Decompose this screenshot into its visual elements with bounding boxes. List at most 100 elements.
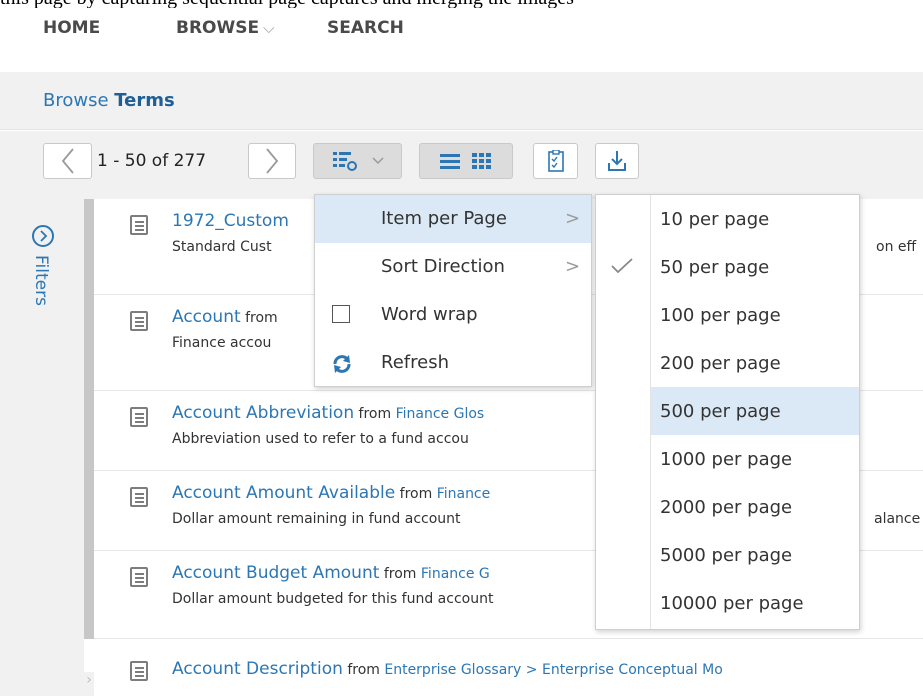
prev-page-button[interactable] (43, 143, 92, 179)
menu-item-sort-direction[interactable]: Sort Direction > (315, 243, 591, 291)
per-page-option[interactable]: 10000 per page (651, 579, 859, 627)
term-description: Abbreviation used to refer to a fund acc… (172, 431, 469, 447)
term-name-link[interactable]: Account Amount Available (172, 483, 395, 503)
menu-item-word-wrap[interactable]: Word wrap (315, 291, 591, 339)
page-title-prefix: Browse (43, 90, 109, 111)
list-settings-icon (332, 152, 357, 171)
checkmark-icon (611, 258, 633, 274)
word-wrap-checkbox[interactable] (332, 305, 350, 323)
per-page-option-label: 200 per page (660, 353, 781, 374)
checklist-icon (547, 150, 564, 172)
chevron-right-icon (266, 148, 279, 174)
top-navigation: HOME BROWSE ⌵ SEARCH (0, 8, 923, 56)
filters-panel-toggle[interactable]: Filters (0, 199, 84, 696)
term-title: Account Abbreviation from Finance Glos (172, 403, 484, 423)
chevron-right-icon: > (565, 256, 581, 277)
chevron-left-icon (61, 148, 74, 174)
list-view-icon (440, 154, 460, 169)
glossary-source-link[interactable]: Enterprise Glossary > Enterprise Concept… (384, 662, 722, 678)
page-title: Browse Terms (43, 90, 175, 111)
grid-view-toggle[interactable] (471, 152, 493, 170)
vertical-scrollbar[interactable] (84, 199, 94, 639)
chevron-down-icon (371, 157, 384, 165)
term-title: Account Amount Available from Finance (172, 483, 490, 503)
term-description-tail: on eff (876, 239, 917, 255)
per-page-option-selected[interactable]: 50 per page (651, 243, 859, 291)
menu-item-refresh[interactable]: Refresh (315, 339, 591, 387)
term-description-tail: alance (874, 511, 921, 527)
term-description: Finance accou (172, 335, 272, 351)
per-page-option[interactable]: 100 per page (651, 291, 859, 339)
filters-label: Filters (31, 255, 51, 306)
term-description: Standard Cust (172, 239, 272, 255)
grid-view-icon (472, 153, 491, 169)
glossary-source-link[interactable]: Finance Glos (396, 406, 485, 422)
page-title-strong: Terms (114, 90, 175, 111)
list-toolbar: 1 - 50 of 277 (0, 131, 923, 199)
view-mode-group (419, 143, 513, 179)
items-per-page-submenu: 10 per page 50 per page 100 per page 200… (595, 194, 860, 630)
per-page-option-label: 50 per page (660, 257, 770, 278)
nav-browse[interactable]: BROWSE ⌵ (176, 18, 274, 38)
menu-item-label: Sort Direction (381, 256, 505, 277)
list-item[interactable]: Account Description from Enterprise Glos… (94, 639, 923, 696)
list-settings-menu: Item per Page > Sort Direction > Word wr… (314, 194, 592, 387)
document-icon (130, 311, 148, 331)
per-page-option-label: 10000 per page (660, 593, 804, 614)
per-page-option-label: 10 per page (660, 209, 770, 230)
per-page-option-label: 100 per page (660, 305, 781, 326)
term-name-link[interactable]: Account Abbreviation (172, 403, 354, 423)
next-page-button[interactable] (248, 143, 296, 179)
document-icon (130, 487, 148, 507)
per-page-option-label: 1000 per page (660, 449, 793, 470)
per-page-option-label: 2000 per page (660, 497, 793, 518)
collapse-chevron-icon: › (84, 672, 94, 696)
document-icon (130, 661, 148, 681)
glossary-source-link[interactable]: Finance (437, 486, 491, 502)
per-page-option[interactable]: 1000 per page (651, 435, 859, 483)
document-icon (130, 407, 148, 427)
page-header: Browse Terms (0, 72, 923, 130)
per-page-option-label: 5000 per page (660, 545, 793, 566)
term-description: Dollar amount budgeted for this fund acc… (172, 591, 494, 607)
per-page-option[interactable]: 5000 per page (651, 531, 859, 579)
term-name-link[interactable]: Account Budget Amount (172, 563, 379, 583)
menu-item-label: Item per Page (381, 208, 507, 229)
glossary-source-link[interactable]: Finance G (421, 566, 490, 582)
from-label: from (354, 406, 396, 422)
per-page-option[interactable]: 200 per page (651, 339, 859, 387)
download-icon (608, 151, 626, 171)
term-name-link[interactable]: Account (172, 307, 241, 327)
chevron-right-icon: > (565, 208, 581, 229)
term-title: Account from (172, 307, 278, 327)
list-view-toggle[interactable] (439, 152, 461, 170)
per-page-option[interactable]: 2000 per page (651, 483, 859, 531)
chevron-down-icon: ⌵ (263, 19, 275, 37)
from-label: from (379, 566, 421, 582)
term-name-link[interactable]: 1972_Custom (172, 211, 289, 231)
nav-home[interactable]: HOME (43, 18, 100, 38)
per-page-option-hovered[interactable]: 500 per page (651, 387, 859, 435)
expand-circle-icon (32, 225, 54, 247)
term-name-link[interactable]: Account Description (172, 659, 343, 679)
refresh-icon (333, 355, 351, 373)
term-title: Account Description from Enterprise Glos… (172, 659, 723, 679)
document-icon (130, 215, 148, 235)
nav-search[interactable]: SEARCH (327, 18, 404, 38)
per-page-option-label: 500 per page (660, 401, 781, 422)
pager-range: 1 - 50 of 277 (97, 151, 207, 171)
select-items-button[interactable] (533, 143, 578, 179)
export-button[interactable] (595, 143, 639, 179)
list-settings-button[interactable] (313, 143, 402, 179)
menu-item-label: Word wrap (381, 304, 478, 325)
nav-browse-label: BROWSE (176, 18, 260, 38)
term-title: Account Budget Amount from Finance G (172, 563, 490, 583)
from-label: from (342, 662, 385, 678)
per-page-option[interactable]: 10 per page (651, 195, 859, 243)
document-icon (130, 567, 148, 587)
menu-item-items-per-page[interactable]: Item per Page > (315, 195, 591, 243)
menu-item-label: Refresh (381, 352, 449, 373)
term-description: Dollar amount remaining in fund account (172, 511, 461, 527)
from-label: from (240, 310, 278, 326)
from-label: from (395, 486, 437, 502)
